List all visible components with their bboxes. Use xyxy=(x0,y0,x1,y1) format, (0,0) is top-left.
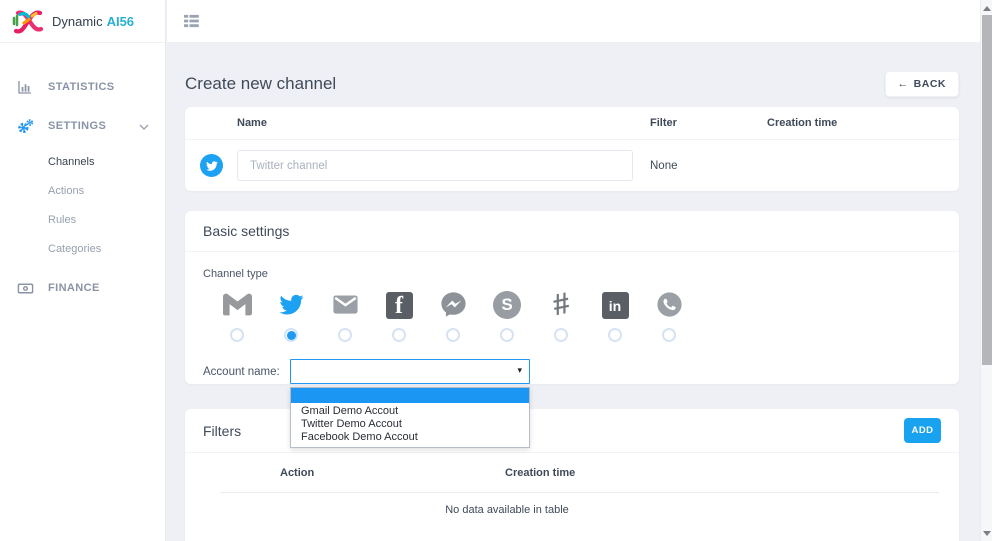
channel-type-slack-radio[interactable] xyxy=(554,328,568,342)
settings-submenu: Channels Actions Rules Categories xyxy=(0,147,165,263)
back-button-label: BACK xyxy=(914,78,946,90)
sidebar-item-label: FINANCE xyxy=(48,282,100,294)
channel-type-slack[interactable]: # xyxy=(534,288,588,342)
back-button[interactable]: ← BACK xyxy=(885,71,959,97)
channel-type-twitter-radio[interactable] xyxy=(284,328,298,342)
channel-type-email-radio[interactable] xyxy=(338,328,352,342)
chevron-down-icon xyxy=(139,117,149,135)
scrollbar-thumb[interactable] xyxy=(982,15,992,365)
dropdown-option-empty[interactable] xyxy=(291,388,529,403)
gmail-icon xyxy=(223,288,252,319)
dropdown-option[interactable]: Twitter Demo Accout xyxy=(291,418,529,431)
channel-type-email[interactable] xyxy=(318,288,372,342)
linkedin-icon: in xyxy=(602,288,629,319)
channel-type-messenger[interactable] xyxy=(426,288,480,342)
empty-table-message: No data available in table xyxy=(185,493,959,516)
channel-type-linkedin[interactable]: in xyxy=(588,288,642,342)
scroll-up-arrow-icon[interactable] xyxy=(983,6,991,11)
dropdown-option[interactable]: Facebook Demo Accout xyxy=(291,431,529,444)
channel-row: None xyxy=(185,140,959,191)
page-title: Create new channel xyxy=(185,74,336,94)
bar-chart-icon xyxy=(16,78,34,96)
topbar xyxy=(167,0,980,43)
sidebar-item-statistics[interactable]: STATISTICS xyxy=(0,73,165,101)
channel-type-skype-radio[interactable] xyxy=(500,328,514,342)
twitter-icon xyxy=(277,288,306,319)
column-header-filter: Filter xyxy=(650,117,767,129)
envelope-icon xyxy=(331,288,360,319)
account-name-select[interactable]: ▾ xyxy=(290,359,530,384)
filters-table-header: Action Creation time xyxy=(185,453,959,479)
account-name-dropdown: Gmail Demo Accout Twitter Demo Accout Fa… xyxy=(290,387,530,448)
channel-table-header: Name Filter Creation time xyxy=(185,107,959,140)
select-arrow-icon: ▾ xyxy=(517,365,522,376)
main-content: Create new channel ← BACK Name Filter Cr… xyxy=(167,44,980,541)
channel-type-linkedin-radio[interactable] xyxy=(608,328,622,342)
back-arrow-icon: ← xyxy=(898,78,909,90)
brand-name-accent: AI56 xyxy=(107,14,134,29)
column-header-creation-time: Creation time xyxy=(505,467,575,479)
channel-type-whatsapp[interactable] xyxy=(642,288,696,342)
channel-type-gmail[interactable] xyxy=(210,288,264,342)
account-name-row: Account name: ▾ Gmail Demo Accout Twitte… xyxy=(203,359,941,384)
channel-type-facebook[interactable]: f xyxy=(372,288,426,342)
twitter-avatar-icon xyxy=(200,154,223,177)
money-icon xyxy=(16,279,34,297)
basic-settings-title: Basic settings xyxy=(185,211,959,252)
dropdown-option[interactable]: Gmail Demo Accout xyxy=(291,405,529,418)
scroll-down-arrow-icon[interactable] xyxy=(983,531,991,536)
column-header-action: Action xyxy=(185,467,505,479)
sidebar-menu: STATISTICS SETTINGS Channels Actions Rul… xyxy=(0,73,165,302)
sidebar-item-finance[interactable]: FINANCE xyxy=(0,274,165,302)
slack-icon: # xyxy=(553,288,570,319)
filter-value: None xyxy=(650,160,767,172)
column-header-name: Name xyxy=(185,117,650,129)
channel-type-gmail-radio[interactable] xyxy=(230,328,244,342)
sidebar-item-rules[interactable]: Rules xyxy=(0,205,165,234)
add-button[interactable]: ADD xyxy=(904,418,941,443)
channel-type-facebook-radio[interactable] xyxy=(392,328,406,342)
messenger-icon xyxy=(439,288,468,319)
gears-icon xyxy=(16,117,34,135)
skype-icon: S xyxy=(493,288,521,319)
sidebar-item-channels[interactable]: Channels xyxy=(0,147,165,176)
channel-type-options: f S # xyxy=(210,288,959,342)
brand-name: Dynamic xyxy=(52,14,103,29)
page-header: Create new channel ← BACK xyxy=(185,69,959,99)
sidebar-item-settings[interactable]: SETTINGS xyxy=(0,112,165,140)
sidebar-item-label: STATISTICS xyxy=(48,81,115,93)
brand-logo-icon xyxy=(10,6,46,36)
column-header-creation-time: Creation time xyxy=(767,117,959,129)
channel-type-messenger-radio[interactable] xyxy=(446,328,460,342)
filters-title: Filters xyxy=(203,423,241,439)
basic-settings-card: Basic settings Channel type xyxy=(185,211,959,384)
channel-type-label: Channel type xyxy=(203,268,941,280)
channel-type-whatsapp-radio[interactable] xyxy=(662,328,676,342)
sidebar-item-label: SETTINGS xyxy=(48,120,106,132)
sidebar-item-categories[interactable]: Categories xyxy=(0,234,165,263)
scrollbar[interactable] xyxy=(980,0,992,541)
sidebar: Dynamic AI56 STATISTICS SETTINGS xyxy=(0,0,166,541)
channel-card: Name Filter Creation time None xyxy=(185,107,959,191)
channel-type-twitter[interactable] xyxy=(264,288,318,342)
channel-type-skype[interactable]: S xyxy=(480,288,534,342)
brand[interactable]: Dynamic AI56 xyxy=(0,0,165,43)
whatsapp-icon xyxy=(655,288,684,319)
menu-toggle-icon[interactable] xyxy=(184,14,199,33)
facebook-icon: f xyxy=(386,288,413,319)
sidebar-item-actions[interactable]: Actions xyxy=(0,176,165,205)
channel-name-input[interactable] xyxy=(237,150,633,181)
account-name-label: Account name: xyxy=(203,366,290,378)
